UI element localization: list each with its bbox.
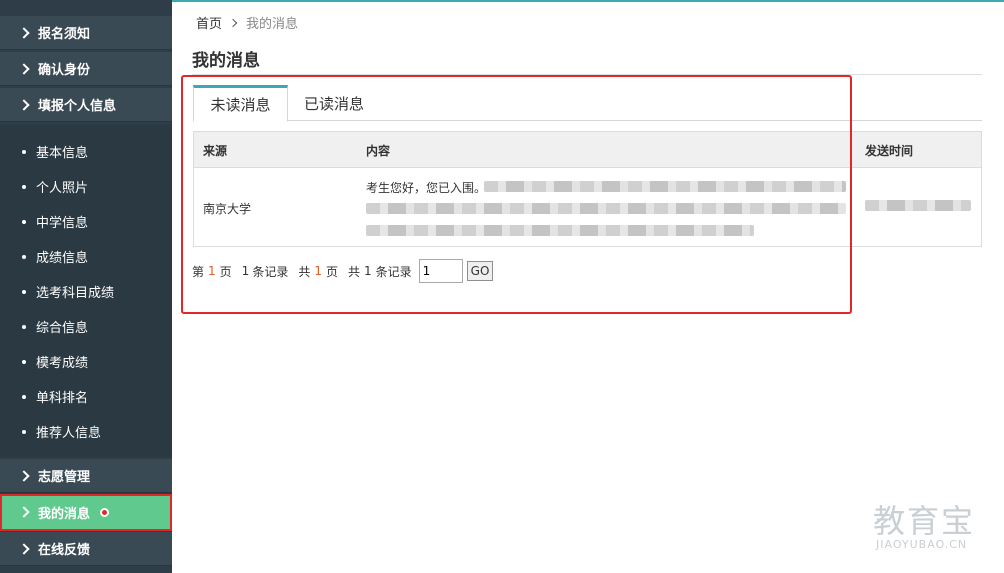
breadcrumb-current: 我的消息 [246, 17, 299, 32]
sidebar-subitem-referee-info[interactable]: 推荐人信息 [0, 414, 172, 449]
sidebar-item-personal-info[interactable]: 填报个人信息 [0, 88, 172, 122]
chevron-right-icon [18, 469, 30, 482]
sidebar-item-label: 志愿管理 [38, 470, 91, 485]
sidebar-submenu: 基本信息 个人照片 中学信息 成绩信息 选考科目成绩 综合信息 模考成绩 单科排… [0, 125, 172, 457]
watermark-logo: 教育宝 [873, 502, 976, 540]
sidebar-item-application-management[interactable]: 志愿管理 [0, 459, 172, 493]
bullet-icon [22, 359, 26, 364]
sidebar-subitem-school-info[interactable]: 中学信息 [0, 204, 172, 239]
breadcrumb: 首页 我的消息 [196, 13, 298, 32]
sidebar-item-label: 在线反馈 [38, 543, 91, 558]
redacted-time [865, 200, 971, 211]
chevron-right-icon [228, 18, 238, 27]
sidebar: 报名须知 确认身份 填报个人信息 基本信息 个人照片 中学信息 成绩信息 选考科… [0, 0, 172, 573]
sidebar-item-label: 报名须知 [38, 27, 91, 42]
sidebar-item-confirm-identity[interactable]: 确认身份 [0, 52, 172, 86]
breadcrumb-home-link[interactable]: 首页 [196, 13, 222, 32]
bullet-icon [22, 219, 26, 224]
sidebar-subitem-comprehensive-info[interactable]: 综合信息 [0, 309, 172, 344]
sidebar-top-spacer [0, 0, 172, 16]
sidebar-subitem-label: 选考科目成绩 [36, 286, 115, 301]
bullet-icon [22, 289, 26, 294]
unread-badge-dot [100, 507, 110, 517]
bullet-icon [22, 254, 26, 259]
sidebar-subitem-grades[interactable]: 成绩信息 [0, 239, 172, 274]
column-header-time: 发送时间 [865, 143, 914, 158]
bullet-icon [22, 184, 26, 189]
sidebar-subitem-label: 单科排名 [36, 391, 89, 406]
bullet-icon [22, 429, 26, 434]
sidebar-subitem-label: 中学信息 [36, 216, 89, 231]
sidebar-subitem-photo[interactable]: 个人照片 [0, 169, 172, 204]
sidebar-item-my-messages[interactable]: 我的消息 [0, 494, 172, 531]
sidebar-subitem-label: 个人照片 [36, 181, 89, 196]
chevron-right-icon [18, 62, 30, 75]
bullet-icon [22, 324, 26, 329]
sidebar-subitem-label: 综合信息 [36, 321, 89, 336]
page-title: 我的消息 [192, 51, 260, 71]
bullet-icon [22, 149, 26, 154]
sidebar-item-label: 填报个人信息 [38, 99, 117, 114]
watermark-url: JIAOYUBAO.CN [876, 538, 968, 551]
sidebar-item-online-feedback[interactable]: 在线反馈 [0, 532, 172, 566]
chevron-right-icon [18, 98, 30, 111]
highlight-annotation-box [181, 75, 852, 314]
sidebar-item-label: 确认身份 [38, 63, 91, 78]
sidebar-subitem-mock-scores[interactable]: 模考成绩 [0, 344, 172, 379]
sidebar-subitem-label: 基本信息 [36, 146, 89, 161]
chevron-right-icon [18, 542, 30, 555]
chevron-right-icon [18, 506, 30, 518]
sidebar-subitem-label: 成绩信息 [36, 251, 89, 266]
sidebar-subitem-basic-info[interactable]: 基本信息 [0, 134, 172, 169]
sidebar-item-label: 我的消息 [38, 506, 91, 522]
main-top-accent-line [172, 0, 1004, 2]
sidebar-subitem-label: 模考成绩 [36, 356, 89, 371]
sidebar-subitem-elective-scores[interactable]: 选考科目成绩 [0, 274, 172, 309]
sidebar-subitem-label: 推荐人信息 [36, 426, 102, 441]
sidebar-item-registration-notice[interactable]: 报名须知 [0, 16, 172, 50]
bullet-icon [22, 394, 26, 399]
sidebar-subitem-subject-ranking[interactable]: 单科排名 [0, 379, 172, 414]
chevron-right-icon [18, 26, 30, 39]
